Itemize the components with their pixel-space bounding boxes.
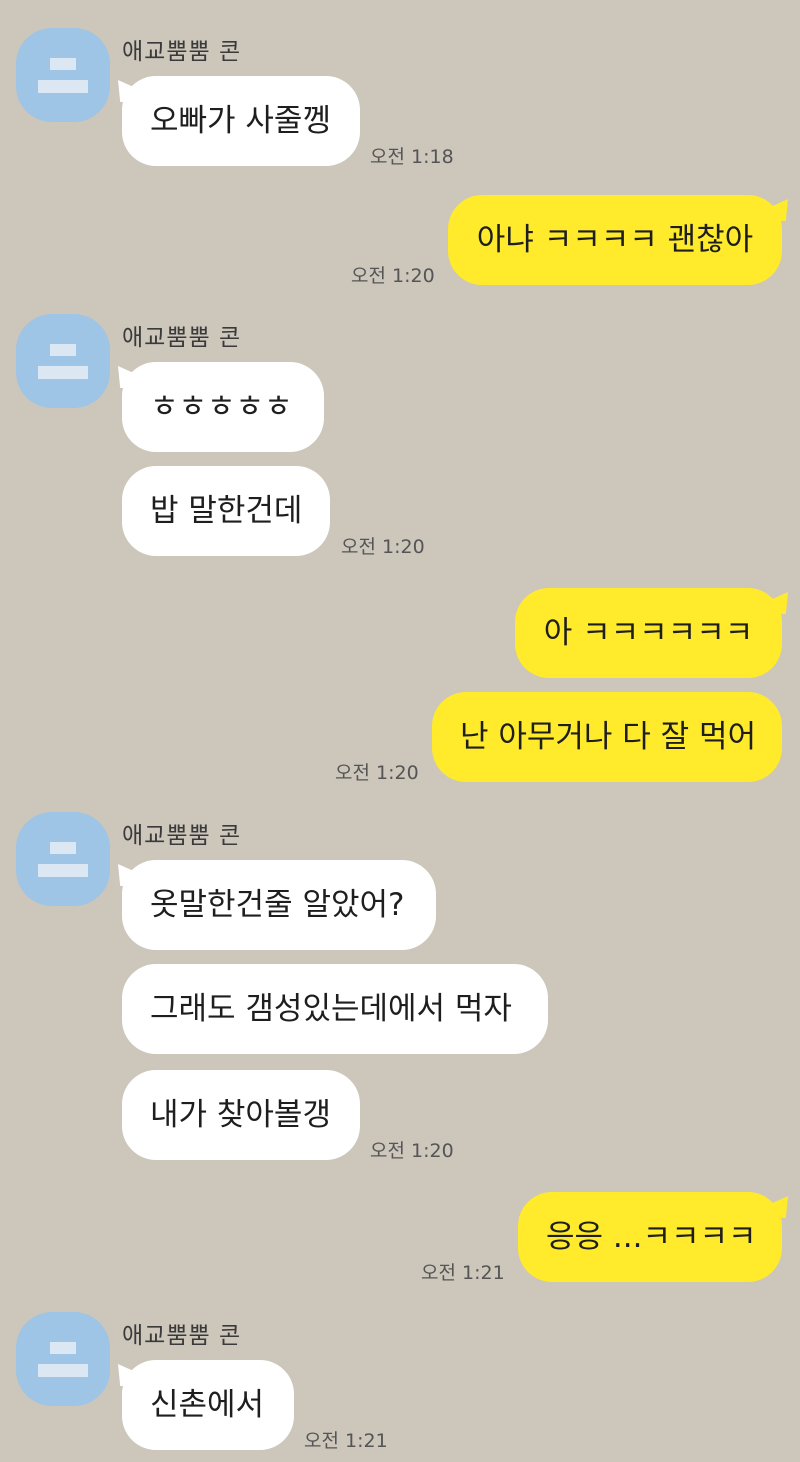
message-bubble-outgoing[interactable]: 난 아무거나 다 잘 먹어 [432, 692, 782, 782]
message-timestamp: 오전 1:21 [304, 1430, 388, 1452]
message-timestamp: 오전 1:20 [341, 536, 425, 558]
avatar[interactable] [16, 314, 110, 408]
message-timestamp: 오전 1:20 [335, 762, 419, 784]
message-timestamp: 오전 1:20 [351, 265, 435, 287]
message-bubble-incoming[interactable]: 내가 찾아볼갱 [122, 1070, 360, 1160]
avatar-pixel [50, 58, 76, 70]
message-bubble-outgoing[interactable]: 아냐 ㅋㅋㅋㅋ 괜찮아 [448, 195, 782, 285]
sender-name: 애교뿜뿜 콘 [122, 39, 242, 65]
message-bubble-outgoing[interactable]: 아 ㅋㅋㅋㅋㅋㅋ [515, 588, 782, 678]
sender-name: 애교뿜뿜 콘 [122, 1323, 242, 1349]
avatar-pixel [50, 1342, 76, 1354]
avatar-pixel [50, 842, 76, 854]
sender-name: 애교뿜뿜 콘 [122, 823, 242, 849]
avatar-pixel [38, 80, 88, 93]
message-timestamp: 오전 1:21 [421, 1262, 505, 1284]
message-bubble-incoming[interactable]: 그래도 갬성있는데에서 먹자 [122, 964, 548, 1054]
message-timestamp: 오전 1:20 [370, 1140, 454, 1162]
avatar[interactable] [16, 1312, 110, 1406]
sender-name: 애교뿜뿜 콘 [122, 325, 242, 351]
message-bubble-outgoing[interactable]: 응응 ...ㅋㅋㅋㅋ [518, 1192, 782, 1282]
avatar[interactable] [16, 812, 110, 906]
message-bubble-incoming[interactable]: 신촌에서 [122, 1360, 294, 1450]
message-bubble-incoming[interactable]: 오빠가 사줄껭 [122, 76, 360, 166]
avatar-pixel [38, 1364, 88, 1377]
avatar[interactable] [16, 28, 110, 122]
message-bubble-incoming[interactable]: 밥 말한건데 [122, 466, 330, 556]
message-bubble-incoming[interactable]: ㅎㅎㅎㅎㅎ [122, 362, 324, 452]
message-bubble-incoming[interactable]: 옷말한건줄 알았어? [122, 860, 436, 950]
avatar-pixel [38, 864, 88, 877]
avatar-pixel [50, 344, 76, 356]
message-timestamp: 오전 1:18 [370, 146, 454, 168]
avatar-pixel [38, 366, 88, 379]
